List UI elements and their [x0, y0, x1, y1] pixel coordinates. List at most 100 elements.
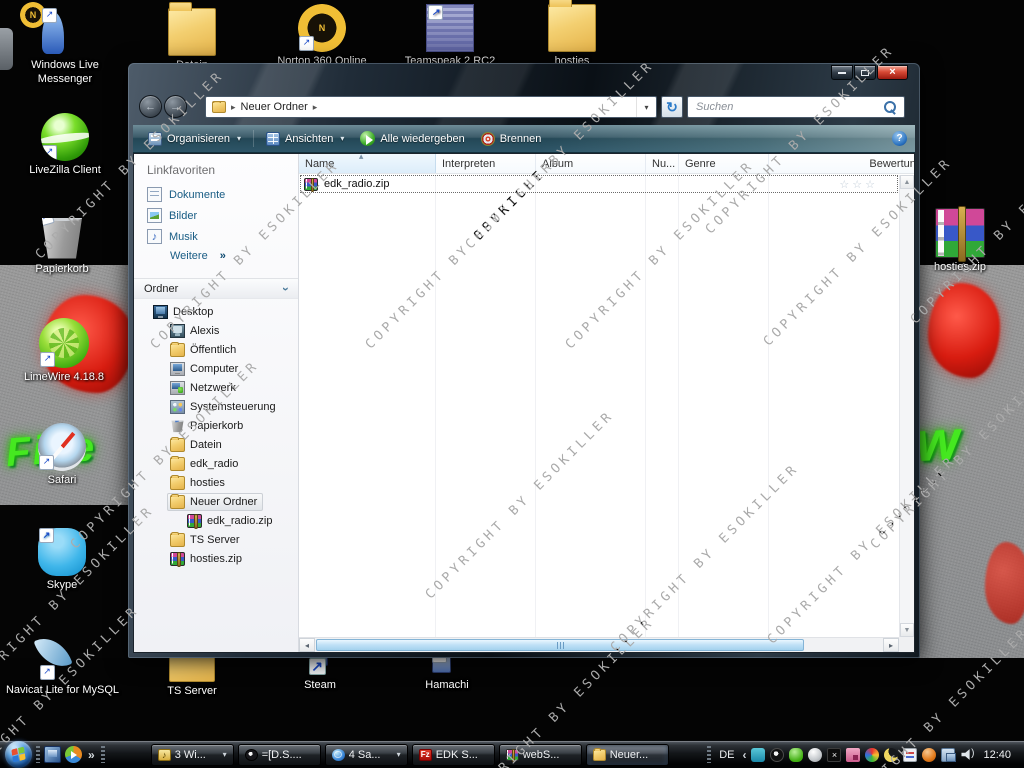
column-header-name[interactable]: Name	[299, 154, 436, 173]
vertical-scrollbar[interactable]: ▲ ▼	[899, 175, 914, 637]
messenger-tray-icon[interactable]	[751, 747, 766, 762]
refresh-button[interactable]: ↻	[661, 96, 683, 118]
scroll-left-icon[interactable]: ◂	[299, 638, 315, 652]
taskbar-button-d-s[interactable]: =[D.S....	[237, 743, 321, 766]
folders-header[interactable]: Ordner ›	[134, 278, 298, 299]
tree-item-row[interactable]: Datein	[167, 436, 228, 454]
taskbar-button-webs[interactable]: webS...	[498, 743, 582, 766]
horizontal-scrollbar[interactable]: ◂ ▸	[299, 637, 899, 652]
tree-item-alexis[interactable]: Alexis	[134, 321, 298, 340]
pink-app-tray-icon[interactable]	[846, 747, 861, 762]
tree-item-neuer-ordner[interactable]: Neuer Ordner	[134, 492, 298, 511]
tree-item-netzwerk[interactable]: Netzwerk	[134, 378, 298, 397]
file-row-edk-radio-zip[interactable]: edk_radio.zip ☆☆☆	[300, 175, 898, 193]
desktop-icon-skype[interactable]: Skype	[14, 528, 110, 593]
moon-tray-icon[interactable]	[884, 747, 899, 762]
desktop-icon-navicat-lite-for-mysql[interactable]: Navicat Lite for MySQL	[0, 633, 135, 698]
show-desktop-icon[interactable]	[44, 746, 61, 763]
close-button[interactable]: ×	[877, 65, 908, 80]
help-icon[interactable]	[892, 131, 907, 146]
taskbar-button-3-wi[interactable]: 3 Wi... ▾	[150, 743, 234, 766]
tree-item-row[interactable]: Neuer Ordner	[167, 492, 264, 511]
desktop-icon-hosties[interactable]: hosties	[524, 0, 620, 69]
desktop-icon-windows-live-messenger[interactable]: Windows Live Messenger	[17, 8, 113, 87]
tree-item-row[interactable]: Desktop	[150, 303, 219, 321]
column-header-album[interactable]: Album	[536, 154, 646, 173]
rating-stars[interactable]: ☆☆☆	[839, 178, 898, 191]
tree-item-row[interactable]: edk_radio.zip	[184, 512, 278, 530]
desktop-icon-norton-360-online[interactable]: Norton 360 Online	[272, 4, 372, 69]
desktop-icon-livezilla-client[interactable]: LiveZilla Client	[17, 113, 113, 178]
search-icon[interactable]	[884, 101, 896, 113]
language-indicator[interactable]: DE	[716, 749, 737, 761]
tree-item-row[interactable]: edk_radio	[167, 455, 244, 473]
burn-button[interactable]: Brennen	[474, 129, 549, 149]
tree-item-edk-radio-zip[interactable]: edk_radio.zip	[134, 511, 298, 530]
tree-item-hosties-zip[interactable]: hosties.zip	[134, 549, 298, 568]
network-tray-icon[interactable]	[941, 747, 957, 762]
scrollbar-thumb[interactable]	[316, 639, 804, 651]
sidebar-item-dokumente[interactable]: Dokumente	[134, 184, 298, 205]
desktop-icon-safari[interactable]: Safari	[14, 423, 110, 488]
views-button[interactable]: Ansichten ▾	[259, 129, 351, 149]
tree-item-row[interactable]: Alexis	[167, 322, 225, 340]
tree-item-row[interactable]: Papierkorb	[167, 417, 249, 435]
address-dropdown-button[interactable]: ▾	[636, 97, 656, 117]
scroll-right-icon[interactable]: ▸	[883, 638, 899, 652]
organize-button[interactable]: Organisieren ▾	[141, 129, 248, 149]
tree-item-row[interactable]: hosties	[167, 474, 231, 492]
taskbar-button-4-sa[interactable]: 4 Sa... ▾	[324, 743, 408, 766]
tree-item-row[interactable]: Computer	[167, 360, 244, 378]
taskbar-clock[interactable]: 12:40	[979, 749, 1015, 761]
sidebar-item-more[interactable]: Weitere »	[134, 247, 298, 265]
x-app-tray-icon[interactable]: ×	[827, 747, 842, 762]
breadcrumb-segment[interactable]: Neuer Ordner	[241, 101, 308, 113]
desktop-icon-hosties-zip[interactable]: hosties.zip	[910, 206, 1010, 275]
tree-item-desktop[interactable]: Desktop	[134, 302, 298, 321]
minimize-button[interactable]	[831, 65, 853, 80]
tree-item-datein[interactable]: Datein	[134, 435, 298, 454]
desktop-icon-limewire-4-18-8[interactable]: LimeWire 4.18.8	[14, 318, 114, 385]
media-player-icon[interactable]	[65, 746, 82, 763]
start-button[interactable]	[5, 741, 32, 768]
scroll-down-icon[interactable]: ▼	[900, 623, 914, 637]
play-all-button[interactable]: Alle wiedergeben	[353, 128, 471, 149]
tree-item-edk-radio[interactable]: edk_radio	[134, 454, 298, 473]
back-button[interactable]: ←	[139, 95, 162, 118]
steam-tray-icon[interactable]	[770, 747, 785, 762]
scroll-up-icon[interactable]: ▲	[900, 175, 914, 189]
tree-item-row[interactable]: Systemsteuerung	[167, 398, 282, 416]
breadcrumb[interactable]: ▸ Neuer Ordner ▸ ▾	[205, 96, 657, 118]
tree-item-hosties[interactable]: hosties	[134, 473, 298, 492]
tree-item-row[interactable]: TS Server	[167, 531, 246, 549]
desktop-icon-papierkorb[interactable]: Papierkorb	[14, 210, 110, 277]
tree-item-row[interactable]: hosties.zip	[167, 550, 248, 568]
swirl-tray-icon[interactable]	[865, 747, 880, 762]
sidebar-item-bilder[interactable]: Bilder	[134, 205, 298, 226]
column-header-genre[interactable]: Genre	[679, 154, 769, 173]
tree-item-computer[interactable]: Computer	[134, 359, 298, 378]
sphere-tray-icon[interactable]	[808, 747, 823, 762]
column-header-interpreten[interactable]: Interpreten	[436, 154, 536, 173]
column-header-bewertung[interactable]: Bewertung	[769, 154, 914, 173]
quick-launch-overflow-button[interactable]: »	[86, 748, 97, 762]
taskbar-button-edk-s[interactable]: EDK S...	[411, 743, 495, 766]
livezilla-tray-icon[interactable]	[789, 747, 804, 762]
tree-item-ffentlich[interactable]: Öffentlich	[134, 340, 298, 359]
tree-item-row[interactable]: Netzwerk	[167, 379, 242, 397]
taskbar-button-neuer[interactable]: Neuer...	[585, 743, 669, 766]
volume-tray-icon[interactable]	[960, 748, 974, 762]
tray-expand-icon[interactable]: ‹	[742, 748, 746, 762]
search-input[interactable]	[696, 101, 884, 113]
tree-item-papierkorb[interactable]: Papierkorb	[134, 416, 298, 435]
notes-tray-icon[interactable]	[903, 747, 918, 762]
column-header-nu[interactable]: Nu...	[646, 154, 679, 173]
maximize-button[interactable]	[854, 65, 876, 80]
sidebar-item-musik[interactable]: Musik	[134, 226, 298, 247]
tree-item-ts-server[interactable]: TS Server	[134, 530, 298, 549]
tree-item-row[interactable]: Öffentlich	[167, 341, 242, 359]
desktop-icon-teamspeak-2-rc2[interactable]: Teamspeak 2 RC2	[400, 4, 500, 69]
orange-app-tray-icon[interactable]	[922, 747, 937, 762]
tree-item-systemsteuerung[interactable]: Systemsteuerung	[134, 397, 298, 416]
forward-button[interactable]: →	[164, 95, 187, 118]
